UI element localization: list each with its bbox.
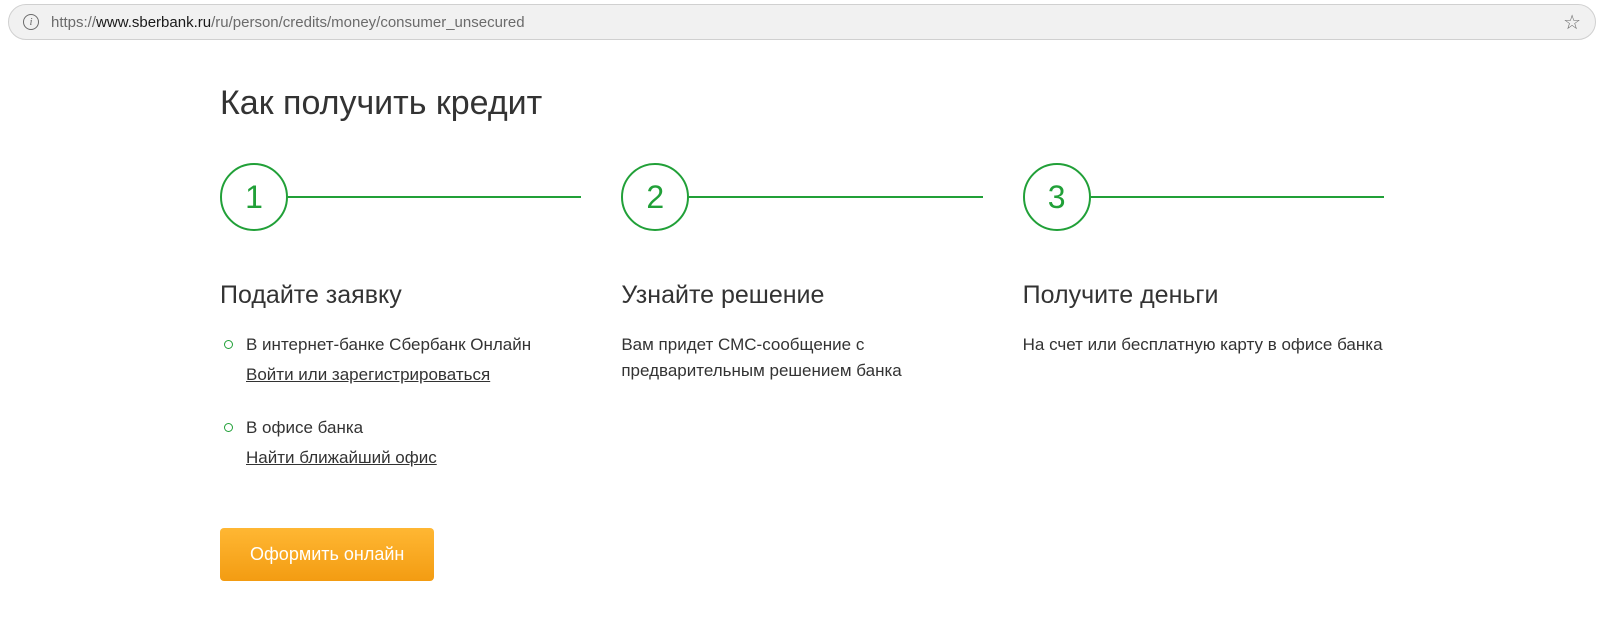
step-number-circle: 3: [1023, 163, 1091, 231]
step-body: Вам придет СМС-сообщение с предварительн…: [621, 332, 982, 383]
bookmark-star-icon[interactable]: ☆: [1563, 10, 1581, 35]
step-title: Получите деньги: [1023, 281, 1384, 310]
step-2: 2 Узнайте решение Вам придет СМС-сообщен…: [621, 163, 982, 581]
step-header: 1: [220, 163, 581, 231]
find-office-link[interactable]: Найти ближайший офис: [246, 445, 437, 471]
step-3: 3 Получите деньги На счет или бесплатную…: [1023, 163, 1384, 581]
step-number-circle: 1: [220, 163, 288, 231]
list-item-text: В интернет-банке Сбербанк Онлайн: [246, 335, 531, 354]
steps-row: 1 Подайте заявку В интернет-банке Сберба…: [220, 163, 1384, 581]
step-title: Узнайте решение: [621, 281, 982, 310]
step-1: 1 Подайте заявку В интернет-банке Сберба…: [220, 163, 581, 581]
page-title: Как получить кредит: [220, 84, 1384, 123]
step-line: [1091, 196, 1384, 198]
list-item: В интернет-банке Сбербанк Онлайн Войти и…: [220, 332, 581, 387]
step-body: На счет или бесплатную карту в офисе бан…: [1023, 332, 1384, 358]
apply-online-button[interactable]: Оформить онлайн: [220, 528, 434, 581]
step-header: 2: [621, 163, 982, 231]
page-content: Как получить кредит 1 Подайте заявку В и…: [0, 44, 1604, 621]
url-prefix: https://: [51, 14, 96, 31]
step-number-circle: 2: [621, 163, 689, 231]
list-item-text: В офисе банка: [246, 418, 363, 437]
step-line: [689, 196, 982, 198]
step-options-list: В интернет-банке Сбербанк Онлайн Войти и…: [220, 332, 581, 470]
list-item: В офисе банка Найти ближайший офис: [220, 415, 581, 470]
url-display: https://www.sberbank.ru/ru/person/credit…: [51, 14, 1563, 31]
step-title: Подайте заявку: [220, 281, 581, 310]
url-path: /ru/person/credits/money/consumer_unsecu…: [211, 14, 525, 31]
browser-address-bar[interactable]: i https://www.sberbank.ru/ru/person/cred…: [8, 4, 1596, 40]
step-line: [288, 196, 581, 198]
url-domain: www.sberbank.ru: [96, 14, 211, 31]
step-header: 3: [1023, 163, 1384, 231]
info-icon[interactable]: i: [23, 14, 39, 30]
login-register-link[interactable]: Войти или зарегистрироваться: [246, 362, 490, 388]
